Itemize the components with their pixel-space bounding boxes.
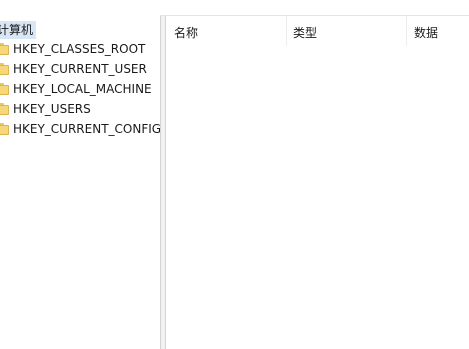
column-header-label: 数据 <box>414 26 439 40</box>
registry-editor-window: 计算机 HKEY_CLASSES_ROOT HKEY_CURRENT_USER … <box>0 0 469 349</box>
column-header-label: 类型 <box>293 26 318 40</box>
folder-icon <box>0 123 9 135</box>
column-header-name[interactable]: 名称 <box>174 24 198 42</box>
registry-tree-pane[interactable]: 计算机 HKEY_CLASSES_ROOT HKEY_CURRENT_USER … <box>0 0 160 349</box>
tree-root-computer[interactable]: 计算机 <box>0 21 37 39</box>
tree-root-label: 计算机 <box>0 23 34 37</box>
tree-item-hkey-classes-root[interactable]: HKEY_CLASSES_ROOT <box>0 39 145 59</box>
tree-item-hkey-users[interactable]: HKEY_USERS <box>0 99 91 119</box>
tree-item-hkey-local-machine[interactable]: HKEY_LOCAL_MACHINE <box>0 79 152 99</box>
folder-icon <box>0 103 9 115</box>
column-header-data[interactable]: 数据 <box>414 24 438 42</box>
tree-item-hkey-current-config[interactable]: HKEY_CURRENT_CONFIG <box>0 119 160 139</box>
column-separator[interactable] <box>406 16 407 46</box>
values-list-pane[interactable]: 名称 类型 数据 <box>166 16 469 349</box>
tree-item-hkey-current-user[interactable]: HKEY_CURRENT_USER <box>0 59 147 79</box>
tree-item-label: HKEY_CLASSES_ROOT <box>13 42 146 56</box>
folder-icon <box>0 83 9 95</box>
tree-item-label: HKEY_CURRENT_CONFIG <box>13 122 160 136</box>
column-separator[interactable] <box>286 16 287 46</box>
column-header-label: 名称 <box>174 26 199 40</box>
column-header-type[interactable]: 类型 <box>293 24 317 42</box>
folder-icon <box>0 43 9 55</box>
tree-item-label: HKEY_CURRENT_USER <box>13 62 147 76</box>
tree-item-label: HKEY_LOCAL_MACHINE <box>13 82 152 96</box>
folder-icon <box>0 63 9 75</box>
tree-item-label: HKEY_USERS <box>13 102 91 116</box>
